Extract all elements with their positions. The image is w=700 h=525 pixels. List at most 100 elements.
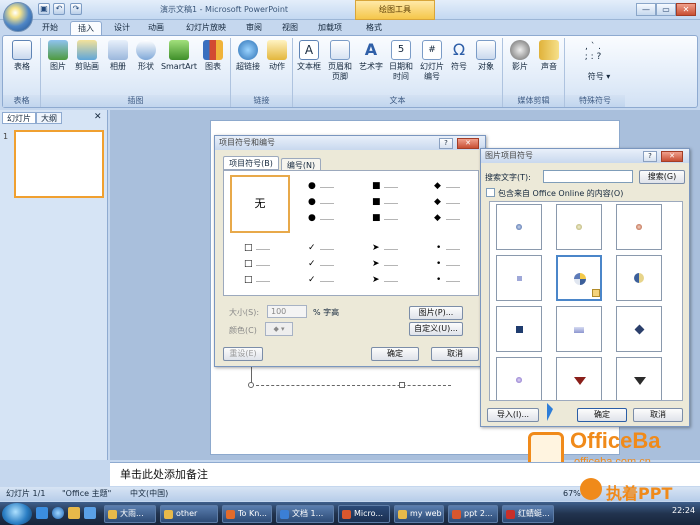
size-input[interactable]: 100 xyxy=(267,305,307,318)
taskbar-item[interactable]: 文档 1... xyxy=(276,505,334,523)
tab-addins[interactable]: 加载项 xyxy=(310,21,350,35)
start-button[interactable] xyxy=(2,503,32,525)
bullet-cancel-button[interactable]: 取消 xyxy=(431,347,479,361)
color-picker[interactable]: ◆ ▾ xyxy=(265,322,293,336)
bullet-filled-square-option[interactable]: ■ ■ ■ xyxy=(358,175,418,233)
picture-bullet-item[interactable] xyxy=(616,255,662,301)
symbol-button[interactable]: Ω 符号 xyxy=(447,40,471,72)
taskbar-item[interactable]: ppt 2... xyxy=(448,505,498,523)
shapes-button[interactable]: 形状 xyxy=(133,40,159,72)
picture-bullet-item[interactable] xyxy=(616,357,662,400)
group-illustrations: 图片 剪贴画 相册 形状 SmartArt 图表 插图 xyxy=(41,38,231,107)
bullet-small-dot-option[interactable]: • • • xyxy=(420,237,480,293)
undo-icon[interactable]: ↶ xyxy=(53,3,65,15)
table-button[interactable]: 表格 xyxy=(7,40,37,72)
help-button[interactable]: ? xyxy=(439,138,453,149)
taskbar-item[interactable]: To Kn... xyxy=(222,505,272,523)
special-symbol-grid[interactable]: , ` .; : ? xyxy=(573,42,613,62)
tab-animation[interactable]: 动画 xyxy=(142,21,170,35)
bullet-checkmark-option[interactable]: ✓ ✓ ✓ xyxy=(294,237,354,293)
resize-handle-mid[interactable] xyxy=(399,382,405,388)
special-symbol-button[interactable]: 符号 ▾ xyxy=(579,72,619,82)
save-icon[interactable]: ▣ xyxy=(38,3,50,15)
picture-ok-button[interactable]: 确定 xyxy=(577,408,627,422)
bullet-none-option[interactable]: 无 xyxy=(230,175,290,233)
chart-button[interactable]: 图表 xyxy=(199,40,227,72)
taskbar-item[interactable]: 红蜻蜓... xyxy=(502,505,554,523)
picture-bullet-item[interactable] xyxy=(616,306,662,352)
tab-bullets[interactable]: 项目符号(B) xyxy=(223,156,279,170)
import-button[interactable]: 导入(I)... xyxy=(487,408,539,422)
picture-bullet-item-selected[interactable] xyxy=(556,255,602,301)
picture-bullet-item[interactable] xyxy=(556,306,602,352)
tab-review[interactable]: 审阅 xyxy=(240,21,268,35)
office-button[interactable] xyxy=(3,2,33,32)
redo-icon[interactable]: ↷ xyxy=(70,3,82,15)
taskbar-item-active[interactable]: Micro... xyxy=(338,505,390,523)
picture-bullet-item[interactable] xyxy=(556,204,602,250)
tab-outline[interactable]: 大纲 xyxy=(36,112,62,124)
bullet-filled-circle-option[interactable]: ● ● ● xyxy=(294,175,354,233)
picture-bullet-item[interactable] xyxy=(496,357,542,400)
textbox-button[interactable]: A 文本框 xyxy=(295,40,323,72)
clipart-button[interactable]: 剪贴画 xyxy=(71,40,103,72)
bullet-diamond-option[interactable]: ◆ ◆ ◆ xyxy=(420,175,480,233)
search-input[interactable] xyxy=(543,170,633,183)
minimize-button[interactable]: — xyxy=(636,3,656,16)
smartart-button[interactable]: SmartArt xyxy=(159,40,199,72)
picture-bullet-item[interactable] xyxy=(496,306,542,352)
bullet-hollow-square-option[interactable]: □ □ □ xyxy=(230,237,290,293)
action-button[interactable]: 动作 xyxy=(263,40,291,72)
textbox-icon: A xyxy=(299,40,319,60)
album-button[interactable]: 相册 xyxy=(105,40,131,72)
quicklaunch-desktop-icon[interactable] xyxy=(36,507,48,519)
customize-button[interactable]: 自定义(U)... xyxy=(409,322,463,336)
slide-thumbnail[interactable] xyxy=(14,130,104,198)
tab-format[interactable]: 格式 xyxy=(360,21,388,35)
tab-home[interactable]: 开始 xyxy=(36,21,64,35)
tab-view[interactable]: 视图 xyxy=(276,21,304,35)
office-online-label: 包含来自 Office Online 的内容(O) xyxy=(498,189,624,198)
office-online-checkbox[interactable] xyxy=(486,188,495,197)
picture-help-button[interactable]: ? xyxy=(643,151,657,162)
picture-bullet-button[interactable]: 图片(P)... xyxy=(409,306,463,320)
tab-slideshow[interactable]: 幻灯片放映 xyxy=(178,21,234,35)
taskbar-item[interactable]: other xyxy=(160,505,218,523)
tab-insert[interactable]: 插入 xyxy=(70,21,102,35)
picture-bullet-item[interactable] xyxy=(496,255,542,301)
picture-bullet-item[interactable] xyxy=(616,204,662,250)
maximize-button[interactable]: ▭ xyxy=(656,3,676,16)
picture-cancel-button[interactable]: 取消 xyxy=(633,408,683,422)
dialog-close-button[interactable]: ✕ xyxy=(457,138,479,149)
quicklaunch-folder-icon[interactable] xyxy=(68,507,80,519)
movie-button[interactable]: 影片 xyxy=(505,40,535,72)
tab-design[interactable]: 设计 xyxy=(108,21,136,35)
search-button[interactable]: 搜索(G) xyxy=(639,170,685,184)
picture-button[interactable]: 图片 xyxy=(45,40,71,72)
tab-slides[interactable]: 幻灯片 xyxy=(2,112,36,124)
picture-bullet-item[interactable] xyxy=(496,204,542,250)
picture-bullet-item[interactable] xyxy=(556,357,602,400)
taskbar-item[interactable]: 大雨... xyxy=(104,505,156,523)
reset-button[interactable]: 重设(E) xyxy=(223,347,263,361)
quicklaunch-ie-icon[interactable] xyxy=(52,507,64,519)
object-button[interactable]: 对象 xyxy=(473,40,499,72)
sound-button[interactable]: 声音 xyxy=(535,40,563,72)
bullet-ok-button[interactable]: 确定 xyxy=(371,347,419,361)
close-panel-icon[interactable]: ✕ xyxy=(94,112,102,122)
quicklaunch-app-icon[interactable] xyxy=(84,507,96,519)
slide-number: 1 xyxy=(3,132,9,141)
close-window-button[interactable]: ✕ xyxy=(676,3,696,16)
wordart-button[interactable]: A 艺术字 xyxy=(357,40,385,72)
group-label-special-symbols: 特殊符号 xyxy=(565,95,625,107)
status-zoom[interactable]: 67% xyxy=(563,487,581,501)
datetime-button[interactable]: 5 日期和时间 xyxy=(387,40,415,82)
picture-dialog-title: 图片项目符号 xyxy=(481,149,689,163)
header-footer-button[interactable]: 页眉和页脚 xyxy=(325,40,355,82)
taskbar-item[interactable]: my web xyxy=(394,505,444,523)
hyperlink-button[interactable]: 超链接 xyxy=(233,40,263,72)
picture-dialog-close-button[interactable]: ✕ xyxy=(661,151,683,162)
picture-bullet-dialog: 图片项目符号 ? ✕ 搜索文字(T): 搜索(G) 包含来自 Office On… xyxy=(480,148,690,427)
slide-number-button[interactable]: # 幻灯片编号 xyxy=(417,40,447,82)
bullet-arrow-option[interactable]: ➤ ➤ ➤ xyxy=(358,237,418,293)
